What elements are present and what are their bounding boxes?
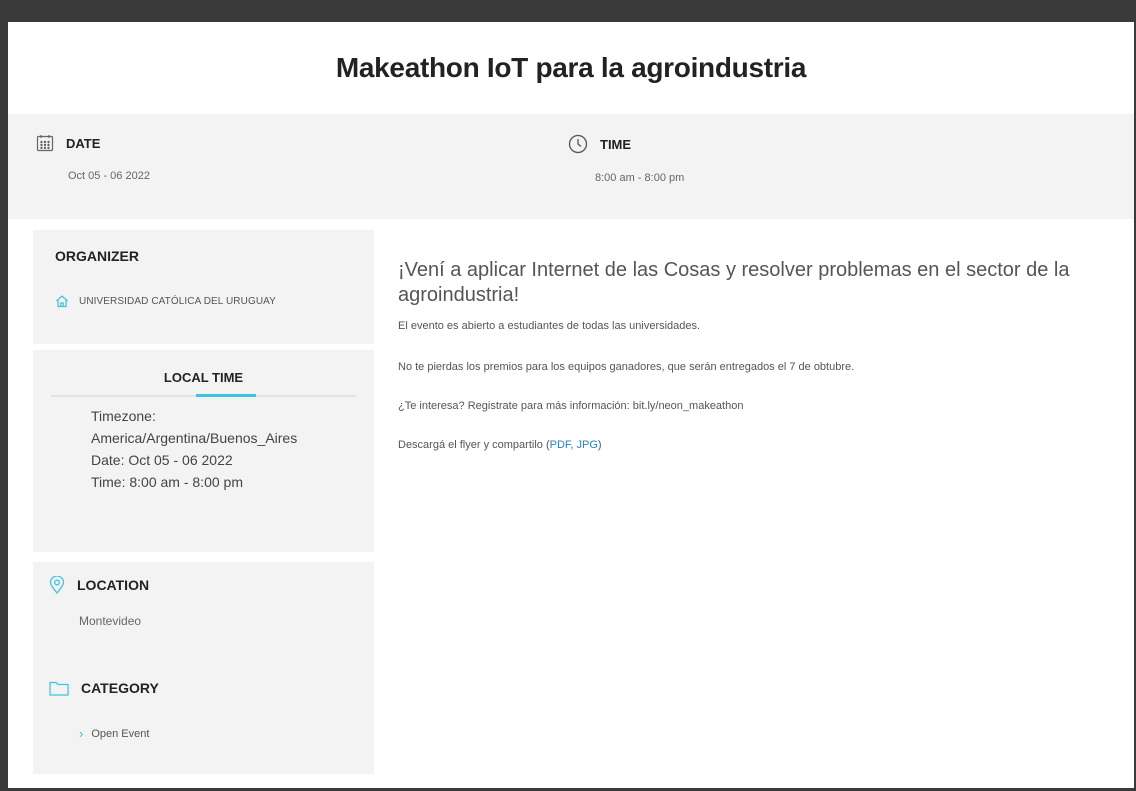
event-description: ¡Vení a aplicar Internet de las Cosas y … — [398, 258, 1118, 451]
chevron-right-icon: › — [79, 726, 84, 741]
flyer-text-suffix: ) — [597, 439, 602, 451]
jpg-link[interactable]: JPG — [577, 439, 598, 451]
organizer-heading: ORGANIZER — [55, 248, 139, 264]
location-header: LOCATION — [49, 576, 358, 594]
calendar-icon — [36, 134, 54, 152]
organizer-row[interactable]: UNIVERSIDAD CATÓLICA DEL URUGUAY — [55, 294, 352, 308]
date-value: Oct 05 - 06 2022 — [68, 170, 150, 182]
local-time-lines: Timezone: America/Argentina/Buenos_Aires… — [91, 405, 374, 493]
date-label: DATE — [66, 135, 101, 151]
category-heading: CATEGORY — [81, 680, 159, 696]
date-block: DATE Oct 05 - 06 2022 — [36, 134, 150, 182]
event-sidebar: ORGANIZER UNIVERSIDAD CATÓLICA DEL URUGU… — [33, 230, 374, 774]
timezone-label: Timezone: — [91, 408, 156, 424]
clock-icon — [568, 134, 588, 154]
folder-icon — [49, 680, 69, 696]
flyer-text-prefix: Descargá el flyer y compartilo ( — [398, 439, 550, 451]
location-category-card: LOCATION Montevideo CATEGORY › Open Even… — [33, 562, 374, 774]
pdf-link[interactable]: PDF — [550, 439, 571, 451]
timezone-value: America/Argentina/Buenos_Aires — [91, 430, 298, 446]
category-item-label: Open Event — [91, 727, 150, 740]
description-paragraph-4: Descargá el flyer y compartilo (PDF, JPG… — [398, 439, 1118, 451]
category-item[interactable]: › Open Event — [79, 726, 358, 741]
local-date: Date: Oct 05 - 06 2022 — [91, 452, 233, 468]
organizer-card: ORGANIZER UNIVERSIDAD CATÓLICA DEL URUGU… — [33, 230, 374, 344]
organizer-name: UNIVERSIDAD CATÓLICA DEL URUGUAY — [79, 295, 276, 307]
local-time-card: LOCAL TIME Timezone: America/Argentina/B… — [33, 350, 374, 552]
date-time-row: DATE Oct 05 - 06 2022 TIME 8:00 am - 8:0… — [8, 114, 1134, 219]
time-block: TIME 8:00 am - 8:00 pm — [568, 134, 684, 184]
home-icon — [55, 294, 69, 308]
category-header: CATEGORY — [49, 680, 358, 696]
description-paragraph-2: No te pierdas los premios para los equip… — [398, 361, 855, 373]
event-modal: Makeathon IoT para la agroindustria DATE… — [8, 22, 1134, 788]
map-pin-icon — [49, 576, 65, 594]
time-value: 8:00 am - 8:00 pm — [595, 172, 685, 184]
local-time-divider — [51, 394, 356, 397]
location-heading: LOCATION — [77, 577, 150, 593]
divider-accent — [196, 394, 256, 397]
time-label: TIME — [600, 136, 632, 152]
description-paragraph-3: ¿Te interesa? Registrate para más inform… — [398, 400, 744, 412]
title-bar: Makeathon IoT para la agroindustria — [8, 22, 1134, 114]
description-lead: ¡Vení a aplicar Internet de las Cosas y … — [398, 259, 1070, 306]
local-time-heading: LOCAL TIME — [163, 370, 244, 385]
location-value: Montevideo — [79, 614, 142, 628]
description-paragraph-1: El evento es abierto a estudiantes de to… — [398, 320, 701, 332]
event-title: Makeathon IoT para la agroindustria — [335, 52, 807, 83]
local-time: Time: 8:00 am - 8:00 pm — [91, 474, 243, 490]
